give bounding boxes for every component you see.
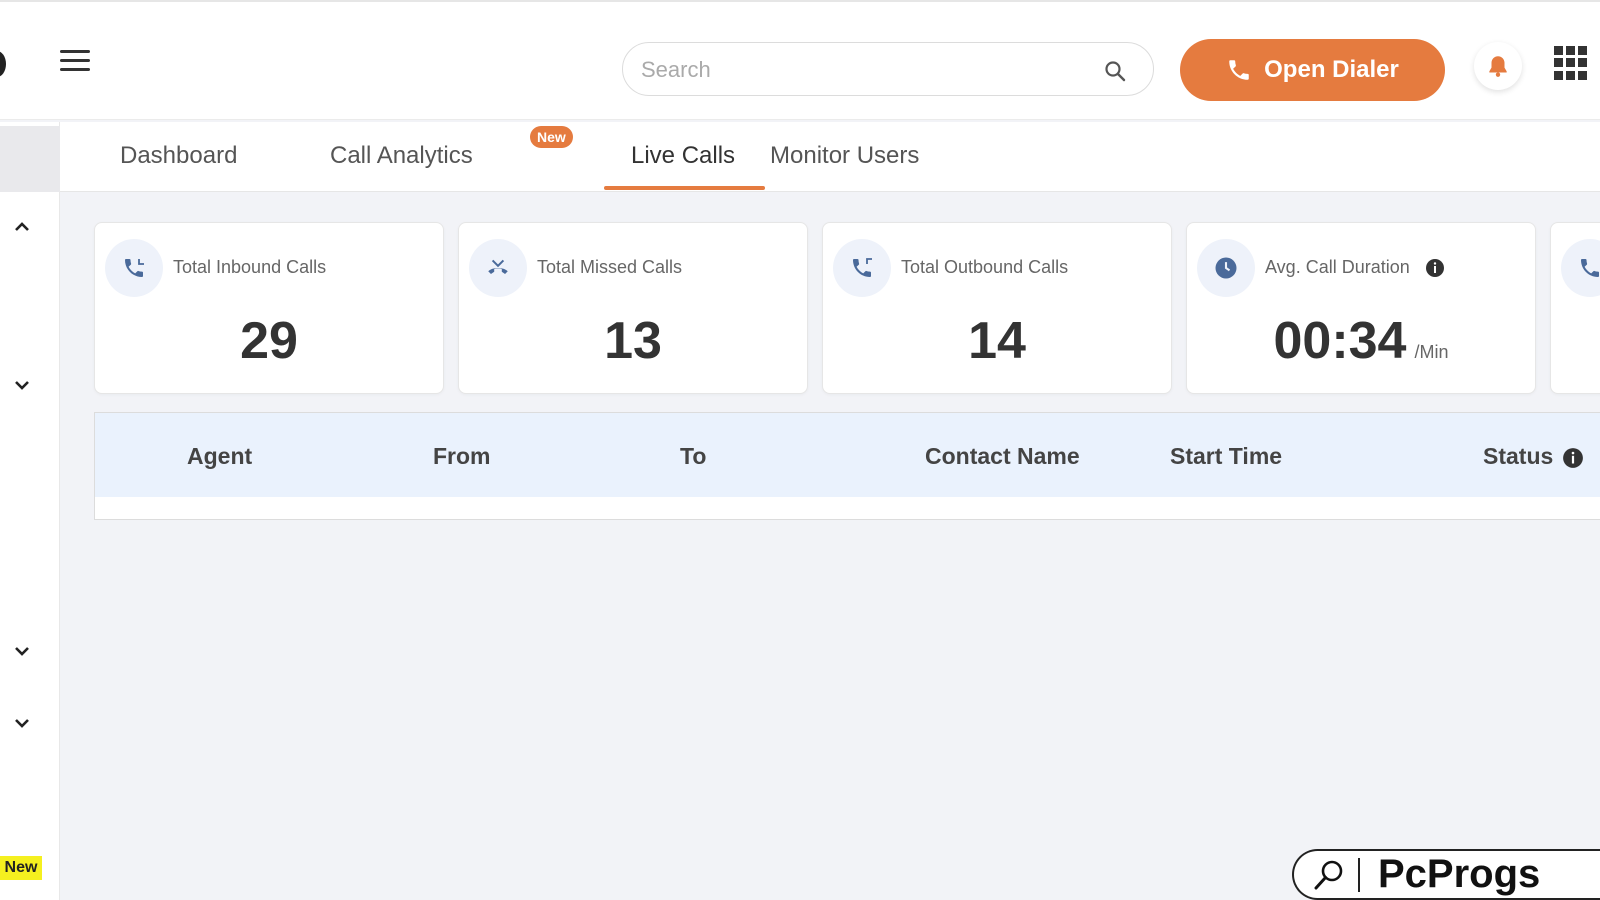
notification-button[interactable]: [1474, 42, 1522, 90]
stat-unit: /Min: [1414, 342, 1449, 362]
tab-call-analytics[interactable]: Call Analytics: [330, 142, 473, 170]
info-icon[interactable]: [1562, 447, 1584, 469]
stat-value: 29: [240, 312, 298, 370]
info-icon[interactable]: [1425, 258, 1445, 278]
bell-icon: [1489, 56, 1507, 77]
column-header-to[interactable]: To: [680, 443, 706, 470]
column-header-from[interactable]: From: [433, 443, 491, 470]
search-box: [622, 42, 1154, 96]
search-icon[interactable]: [1103, 59, 1127, 83]
stat-card-partial: [1550, 222, 1600, 394]
new-tag: New: [0, 856, 42, 880]
stat-card-outbound: Total Outbound Calls 14: [822, 222, 1172, 394]
stat-label: Total Missed Calls: [537, 257, 683, 277]
watermark: PcProgs: [1292, 849, 1600, 900]
grid-apps-icon[interactable]: [1554, 46, 1588, 80]
top-bar: Open Dialer: [0, 0, 1600, 120]
logo[interactable]: [0, 51, 6, 77]
tab-bar: Dashboard Call Analytics New Live Calls …: [60, 122, 1600, 192]
stat-card-missed: Total Missed Calls 13: [458, 222, 808, 394]
stat-card-inbound: Total Inbound Calls 29: [94, 222, 444, 394]
column-header-contact-name[interactable]: Contact Name: [925, 443, 1080, 470]
chevron-down-icon[interactable]: [12, 644, 32, 658]
inbound-call-icon: [105, 239, 163, 297]
watermark-text: PcProgs: [1378, 852, 1541, 896]
sidebar: New: [0, 122, 60, 900]
chevron-down-icon[interactable]: [12, 378, 32, 392]
tab-monitor-users[interactable]: Monitor Users: [770, 142, 919, 170]
phone-icon: [1229, 60, 1249, 80]
stat-label: Total Inbound Calls: [173, 257, 327, 277]
stat-value: 00:34/Min: [1187, 311, 1535, 371]
new-badge: New: [530, 126, 573, 148]
missed-call-icon: [469, 239, 527, 297]
live-calls-table: Agent From To Contact Name Start Time St…: [94, 412, 1600, 520]
open-dialer-button[interactable]: Open Dialer: [1180, 39, 1445, 101]
call-icon: [1561, 239, 1600, 297]
magnifier-icon: [1314, 860, 1343, 889]
table-header: Agent From To Contact Name Start Time St…: [95, 413, 1600, 497]
chevron-down-icon[interactable]: [12, 716, 32, 730]
stat-label-text: Avg. Call Duration: [1265, 257, 1410, 277]
hamburger-icon[interactable]: [60, 50, 90, 74]
sidebar-active-item[interactable]: [0, 126, 60, 192]
search-input[interactable]: [641, 55, 1081, 85]
column-header-status[interactable]: Status: [1483, 443, 1584, 470]
column-header-agent[interactable]: Agent: [187, 443, 252, 470]
stat-card-avg-duration: Avg. Call Duration 00:34/Min: [1186, 222, 1536, 394]
stat-value-number: 00:34: [1273, 312, 1407, 370]
column-header-start-time[interactable]: Start Time: [1170, 443, 1282, 470]
tab-live-calls[interactable]: Live Calls: [631, 142, 735, 170]
tab-dashboard[interactable]: Dashboard: [120, 142, 237, 170]
clock-icon: [1197, 239, 1255, 297]
stat-value: 13: [604, 312, 662, 370]
outbound-call-icon: [833, 239, 891, 297]
chevron-up-icon[interactable]: [12, 220, 32, 234]
stat-label: Total Outbound Calls: [901, 257, 1069, 277]
stat-value: 14: [968, 312, 1026, 370]
column-header-status-label: Status: [1483, 443, 1554, 469]
divider: [1358, 857, 1360, 892]
active-tab-indicator: [604, 186, 765, 190]
open-dialer-label: Open Dialer: [1264, 56, 1399, 83]
stat-label: Avg. Call Duration: [1265, 257, 1445, 278]
